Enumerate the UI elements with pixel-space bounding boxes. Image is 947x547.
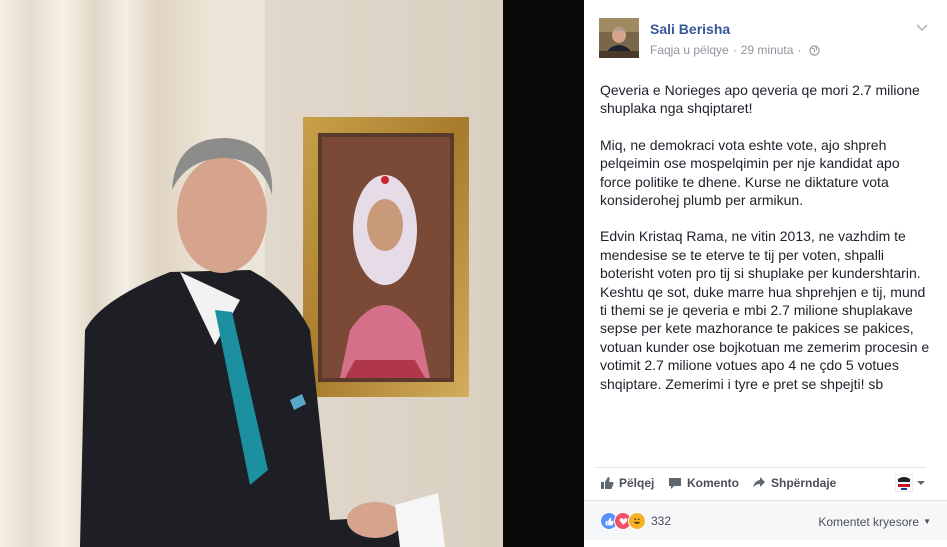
meta-page-label: Faqja u pëlqye: [650, 43, 729, 57]
comments-sort-dropdown[interactable]: Komentet kryesore ▼: [818, 515, 931, 529]
share-label: Shpërndaje: [771, 476, 837, 490]
comment-icon: [669, 478, 681, 489]
reaction-count-link[interactable]: 332: [651, 514, 671, 528]
post-paragraph: Qeveria e Norieges apo qeveria qe mori 2…: [600, 82, 920, 117]
author-name-link[interactable]: Sali Berisha: [650, 21, 730, 37]
share-arrow-icon: [753, 477, 765, 488]
post-panel: Sali Berisha Faqja u pëlqye · 29 minuta · Q…: [584, 0, 947, 547]
chevron-down-icon[interactable]: [915, 20, 929, 34]
meta-separator: ·: [732, 43, 737, 57]
post-meta: Faqja u pëlqye · 29 minuta ·: [650, 43, 821, 57]
comment-label: Komento: [687, 476, 739, 490]
post-photo[interactable]: [0, 0, 584, 547]
avatar[interactable]: [599, 18, 639, 58]
globe-icon[interactable]: [809, 45, 821, 56]
comments-sort-label: Komentet kryesore: [818, 515, 920, 529]
bottom-strip: [584, 540, 947, 547]
post-paragraph: Edvin Kristaq Rama, ne vitin 2013, ne va…: [600, 228, 930, 392]
caret-down-icon: [917, 481, 925, 485]
reaction-icons[interactable]: [600, 512, 646, 530]
post-timestamp-link[interactable]: 29 minuta: [741, 43, 794, 57]
post-as-selector[interactable]: [895, 474, 926, 492]
meta-separator-2: ·: [797, 43, 802, 57]
like-button[interactable]: Pëlqej: [600, 476, 654, 490]
like-label: Pëlqej: [619, 476, 655, 490]
page-avatar-icon: [895, 474, 913, 492]
caret-down-icon: ▼: [923, 517, 931, 526]
reactions-bar: 332 Komentet kryesore ▼: [584, 500, 947, 541]
photo-image: [0, 0, 584, 547]
share-button[interactable]: Shpërndaje: [752, 476, 836, 490]
haha-reaction-icon: [628, 512, 646, 530]
post-text: Qeveria e Norieges apo qeveria qe mori 2…: [600, 81, 930, 411]
post-paragraph: Miq, ne demokraci vota eshte vote, ajo s…: [600, 136, 900, 209]
post-actions-bar: Pëlqej Komento Shpërndaje: [596, 467, 926, 500]
comment-button[interactable]: Komento: [668, 476, 739, 490]
thumbs-up-icon: [601, 477, 614, 489]
